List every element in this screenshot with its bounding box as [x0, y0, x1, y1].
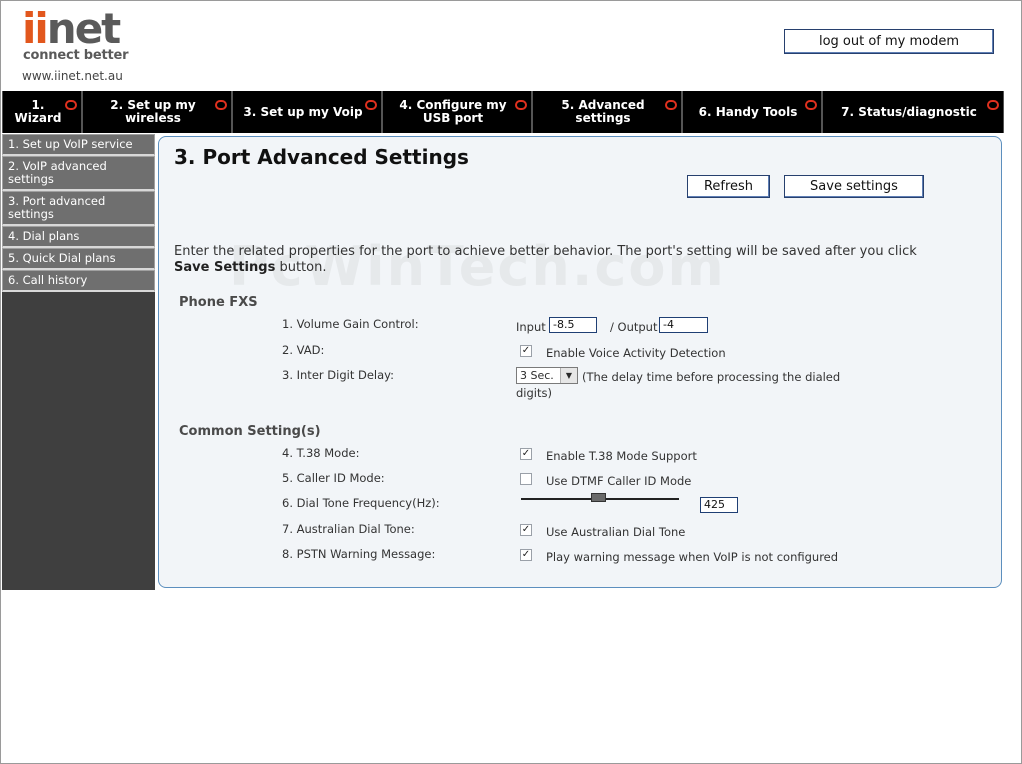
tab-wireless[interactable]: 2. Set up my wireless — [82, 91, 232, 133]
inter-digit-delay-select[interactable]: 3 Sec. ▼ — [516, 367, 578, 384]
tab-wizard[interactable]: 1. Wizard — [2, 91, 82, 133]
tab-handy-tools[interactable]: 6. Handy Tools — [682, 91, 822, 133]
tab-indicator-icon — [65, 100, 77, 110]
delay-note-line1: (The delay time before processing the di… — [582, 370, 841, 384]
checkmark-icon: ✓ — [521, 448, 531, 459]
sidebar-item-setup-voip[interactable]: 1. Set up VoIP service — [2, 134, 155, 156]
tab-label: 6. Handy Tools — [698, 104, 798, 119]
tab-label: 3. Set up my Voip — [243, 104, 363, 119]
tab-label: 1. Wizard — [14, 98, 62, 125]
pstn-warning-text: Play warning message when VoIP is not co… — [546, 550, 839, 564]
tab-status[interactable]: 7. Status/diagnostic — [822, 91, 1004, 133]
tab-usb[interactable]: 4. Configure my USB port — [382, 91, 532, 133]
iinet-logo: iinet connect better www.iinet.net.au — [22, 8, 132, 88]
pstn-warning-checkbox[interactable]: ✓ — [520, 549, 532, 561]
pstn-warning-label: 8. PSTN Warning Message: — [282, 547, 436, 561]
tab-indicator-icon — [215, 100, 227, 110]
input-label: Input — [516, 320, 546, 334]
sidebar-item-port-advanced[interactable]: 3. Port advanced settings — [2, 191, 155, 226]
australian-dial-tone-checkbox[interactable]: ✓ — [520, 524, 532, 536]
input-gain-field[interactable]: -8.5 — [549, 317, 597, 333]
sidebar-item-call-history[interactable]: 6. Call history — [2, 270, 155, 292]
sidebar-item-voip-advanced[interactable]: 2. VoIP advanced settings — [2, 156, 155, 191]
tab-indicator-icon — [987, 100, 999, 110]
t38-text: Enable T.38 Mode Support — [546, 449, 697, 463]
tab-indicator-icon — [805, 100, 817, 110]
tab-label: 4. Configure my USB port — [399, 98, 507, 125]
logo-url: www.iinet.net.au — [22, 69, 123, 83]
australian-dial-tone-label: 7. Australian Dial Tone: — [282, 522, 415, 536]
page-title: 3. Port Advanced Settings — [174, 145, 469, 169]
vad-checkbox[interactable]: ✓ — [520, 345, 532, 357]
dial-tone-slider-thumb[interactable] — [591, 493, 606, 502]
caller-id-text: Use DTMF Caller ID Mode — [546, 474, 692, 488]
logo-tagline: connect better — [23, 48, 129, 63]
dial-tone-frequency-label: 6. Dial Tone Frequency(Hz): — [282, 496, 440, 510]
output-gain-field[interactable]: -4 — [659, 317, 708, 333]
top-nav: 1. Wizard 2. Set up my wireless 3. Set u… — [2, 91, 1004, 133]
select-value: 3 Sec. — [520, 369, 554, 382]
sidebar: 1. Set up VoIP service 2. VoIP advanced … — [2, 134, 155, 590]
tab-label: 7. Status/diagnostic — [841, 104, 977, 119]
t38-checkbox[interactable]: ✓ — [520, 448, 532, 460]
vad-label: 2. VAD: — [282, 343, 325, 357]
sidebar-item-quick-dial[interactable]: 5. Quick Dial plans — [2, 248, 155, 270]
tab-indicator-icon — [365, 100, 377, 110]
phone-fxs-heading: Phone FXS — [179, 295, 258, 310]
tab-label: 5. Advanced settings — [561, 98, 645, 125]
tab-label: 2. Set up my wireless — [110, 98, 196, 125]
logo-wordmark: iinet — [22, 4, 121, 53]
caller-id-label: 5. Caller ID Mode: — [282, 471, 385, 485]
sidebar-item-dial-plans[interactable]: 4. Dial plans — [2, 226, 155, 248]
logout-button[interactable]: log out of my modem — [784, 29, 994, 54]
main-panel: 3. Port Advanced Settings Refresh Save s… — [158, 136, 1002, 588]
volume-gain-label: 1. Volume Gain Control: — [282, 317, 419, 331]
intro-text: Enter the related properties for the por… — [174, 244, 917, 275]
australian-dial-tone-text: Use Australian Dial Tone — [546, 525, 686, 539]
checkmark-icon: ✓ — [521, 345, 531, 356]
tab-indicator-icon — [665, 100, 677, 110]
tab-indicator-icon — [515, 100, 527, 110]
tab-voip[interactable]: 3. Set up my Voip — [232, 91, 382, 133]
chevron-down-icon: ▼ — [560, 368, 577, 383]
delay-note-line2: digits) — [516, 386, 552, 400]
output-label: / Output — [610, 320, 658, 334]
t38-label: 4. T.38 Mode: — [282, 446, 360, 460]
common-settings-heading: Common Setting(s) — [179, 424, 321, 439]
inter-digit-delay-label: 3. Inter Digit Delay: — [282, 368, 395, 382]
tab-advanced[interactable]: 5. Advanced settings — [532, 91, 682, 133]
save-settings-button[interactable]: Save settings — [784, 175, 924, 198]
vad-text: Enable Voice Activity Detection — [546, 346, 726, 360]
checkmark-icon: ✓ — [521, 549, 531, 560]
checkmark-icon: ✓ — [521, 524, 531, 535]
refresh-button[interactable]: Refresh — [687, 175, 770, 198]
caller-id-checkbox[interactable] — [520, 473, 532, 485]
dial-tone-frequency-field[interactable]: 425 — [700, 497, 738, 513]
